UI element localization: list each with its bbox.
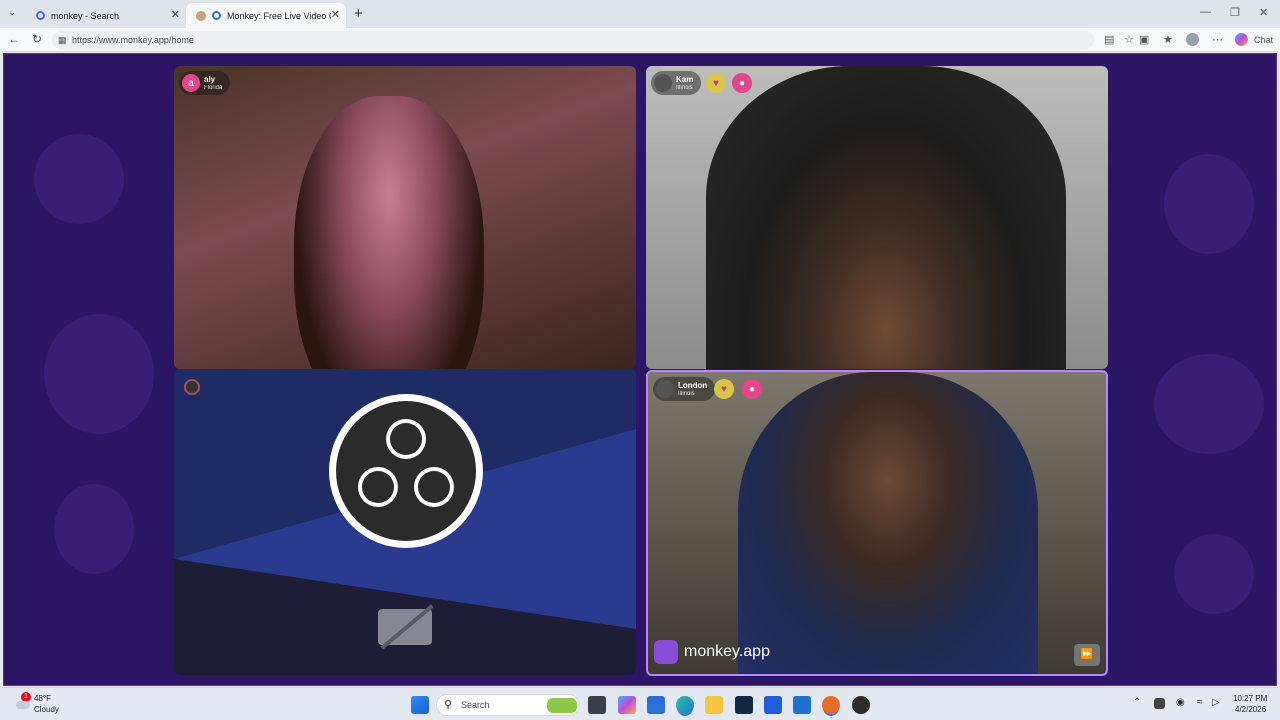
- read-mode-icon[interactable]: ▤: [1104, 33, 1114, 46]
- photoshop-icon[interactable]: [735, 696, 753, 714]
- tab-actions-chevron-icon[interactable]: ⌄: [8, 7, 16, 18]
- url-bar[interactable]: ▦ https://www.monkey.app/home: [52, 31, 1094, 49]
- user-location: Illinois: [676, 84, 693, 91]
- wifi-icon[interactable]: ≈: [1197, 697, 1203, 708]
- search-icon: [36, 11, 45, 20]
- background-decoration: [1164, 154, 1254, 254]
- user-info-pill: Kam Illinois: [651, 71, 702, 95]
- weather-temp: 48°F: [34, 694, 51, 703]
- copilot-icon[interactable]: [1235, 33, 1248, 46]
- monkey-badge-icon[interactable]: ●: [732, 73, 752, 93]
- user-info-pill: a aly Florida: [179, 71, 231, 95]
- maximize-icon[interactable]: ❐: [1230, 6, 1240, 19]
- user-name: Kam: [676, 74, 694, 84]
- obs-icon[interactable]: [822, 696, 840, 714]
- microphone-icon[interactable]: ◉: [1176, 697, 1185, 708]
- chat-button[interactable]: Chat: [1254, 35, 1273, 45]
- clock-time[interactable]: 10:27 PM: [1233, 694, 1267, 703]
- cloud-icon: [16, 701, 30, 709]
- search-highlight-icon: [547, 698, 577, 713]
- tab-title: Monkey: Free Live Video Chat: [227, 10, 331, 21]
- refresh-icon[interactable]: ↻: [32, 32, 42, 46]
- clock-date[interactable]: 4/2/2026: [1235, 705, 1266, 714]
- taskbar-search[interactable]: ⚲ Search: [436, 694, 580, 716]
- tab-title: monkey - Search: [51, 10, 120, 21]
- copilot-icon[interactable]: [618, 696, 636, 714]
- search-placeholder: Search: [461, 700, 490, 710]
- close-window-icon[interactable]: ✕: [1259, 6, 1268, 19]
- background-decoration: [1174, 534, 1254, 614]
- search-icon: ⚲: [444, 699, 453, 711]
- close-tab-icon[interactable]: ✕: [171, 8, 180, 21]
- monkey-icon: [196, 10, 206, 21]
- address-toolbar: ← ↻ ▦ https://www.monkey.app/home ▤ ☆ ▣ …: [0, 28, 1280, 52]
- participant-video: [738, 372, 1038, 674]
- start-button-icon[interactable]: [411, 696, 429, 714]
- outlook-icon[interactable]: [793, 696, 811, 714]
- profile-avatar[interactable]: [1186, 33, 1199, 46]
- file-explorer-icon[interactable]: [705, 696, 723, 714]
- url-text: https://www.monkey.app/home: [72, 35, 194, 45]
- monkey-logo-icon: [654, 640, 678, 664]
- like-heart-icon[interactable]: ♥: [714, 379, 734, 399]
- video-chat-page: a aly Florida Kam Illinois ♥ ● London Il…: [3, 53, 1277, 686]
- tab-strip: ⌄ monkey - Search ✕ Monkey: Free Live Vi…: [0, 0, 1280, 28]
- tab-monkey-search[interactable]: monkey - Search ✕: [26, 3, 186, 28]
- avatar: a: [182, 74, 200, 92]
- taskbar: 1 48°F Cloudy ⚲ Search ⌃ ◉ ≈ ▷ 10:27 PM …: [0, 687, 1280, 720]
- minimize-icon[interactable]: —: [1200, 6, 1211, 18]
- avatar: [656, 380, 674, 398]
- tray-app-icon[interactable]: [1154, 698, 1165, 709]
- avatar: [654, 74, 672, 92]
- background-decoration: [34, 134, 124, 224]
- video-tile-london: London Illinois ♥ ● monkey.app ⏩: [646, 370, 1108, 676]
- tray-chevron-icon[interactable]: ⌃: [1133, 697, 1141, 708]
- favorite-star-icon[interactable]: ☆: [1124, 33, 1134, 46]
- background-decoration: [44, 314, 154, 434]
- task-view-icon[interactable]: [588, 696, 606, 714]
- self-status-icon: [184, 379, 200, 395]
- volume-icon[interactable]: ▷: [1212, 697, 1220, 708]
- more-options-icon[interactable]: ⋯: [1212, 33, 1223, 46]
- store-icon[interactable]: [647, 696, 665, 714]
- monkey-badge-icon[interactable]: ●: [742, 379, 762, 399]
- user-info-pill: London Illinois: [653, 377, 716, 401]
- participant-video: [706, 66, 1066, 369]
- close-tab-icon[interactable]: ✕: [331, 8, 340, 21]
- camera-icon[interactable]: ▣: [1139, 33, 1149, 46]
- video-tile-kam: Kam Illinois ♥ ●: [646, 66, 1108, 369]
- dropbox-icon[interactable]: [764, 696, 782, 714]
- back-icon[interactable]: ←: [8, 32, 20, 46]
- new-tab-button[interactable]: +: [354, 5, 363, 22]
- user-name: London: [678, 380, 708, 390]
- participant-video: [294, 96, 484, 369]
- favorites-icon[interactable]: ★: [1163, 33, 1173, 46]
- obs-logo-icon: [329, 394, 483, 548]
- background-decoration: [1154, 354, 1264, 454]
- brand-watermark: monkey.app: [654, 640, 770, 664]
- edge-icon[interactable]: [676, 696, 694, 714]
- site-info-icon[interactable]: ▦: [58, 31, 67, 49]
- tab-monkey-app[interactable]: Monkey: Free Live Video Chat ✕: [186, 3, 346, 28]
- weather-desc: Cloudy: [34, 705, 59, 714]
- background-decoration: [54, 484, 134, 574]
- weather-widget[interactable]: 1 48°F Cloudy: [16, 692, 76, 718]
- brand-name: monkey.app: [684, 643, 770, 660]
- video-tile-aly: a aly Florida: [174, 66, 636, 369]
- user-location: Illinois: [678, 390, 695, 397]
- video-tile-self-camera-off: [174, 369, 636, 675]
- skip-button[interactable]: ⏩: [1074, 644, 1100, 666]
- app-icon[interactable]: [852, 696, 870, 714]
- user-location: Florida: [204, 84, 223, 91]
- like-heart-icon[interactable]: ♥: [706, 73, 726, 93]
- user-name: aly: [204, 74, 216, 84]
- recording-icon: [212, 11, 221, 20]
